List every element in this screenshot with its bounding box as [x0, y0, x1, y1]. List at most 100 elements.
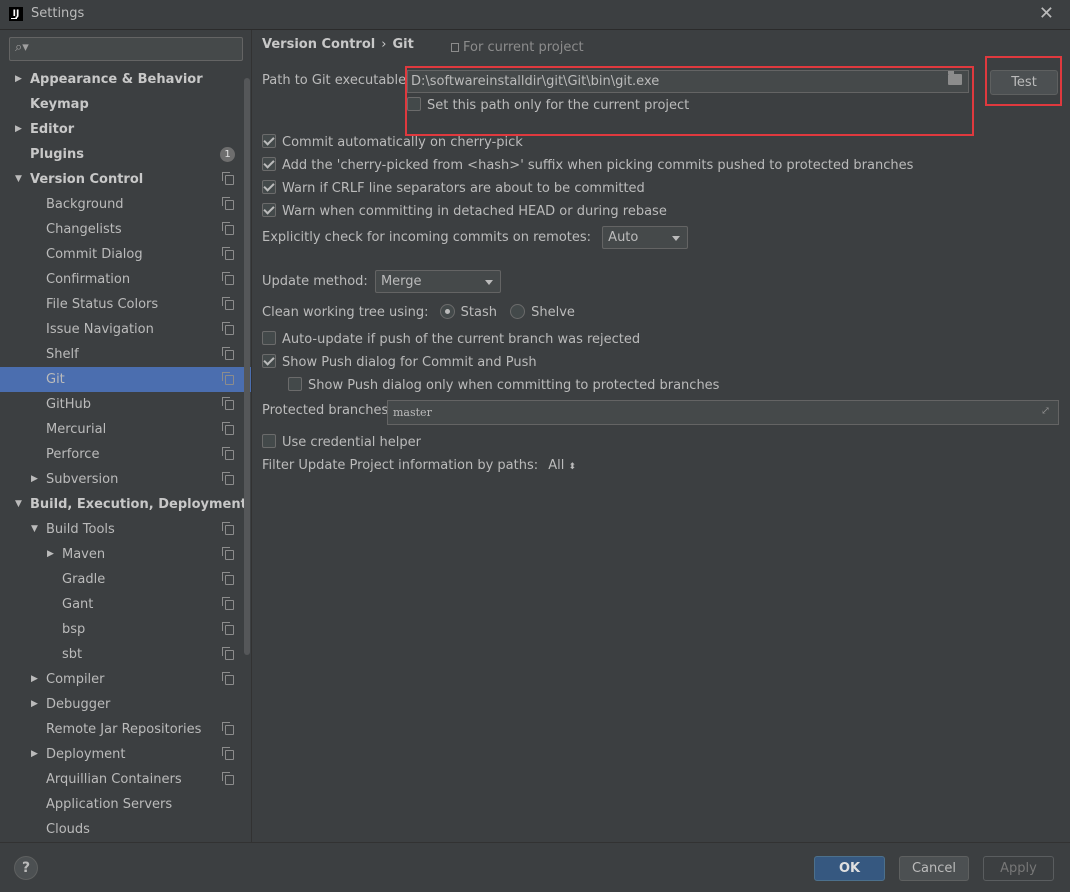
sidebar-item-application-servers[interactable]: Application Servers [0, 792, 251, 817]
sidebar-item-confirmation[interactable]: Confirmation [0, 267, 251, 292]
sidebar-item-editor[interactable]: ▶ Editor [0, 117, 251, 142]
sidebar-item-background[interactable]: Background [0, 192, 251, 217]
stash-radio[interactable] [439, 304, 455, 319]
show-push-checkbox[interactable] [262, 354, 276, 368]
for-current-project-note: For current project [451, 40, 584, 55]
sidebar-item-subversion[interactable]: ▶ Subversion [0, 467, 251, 492]
sidebar-item-git[interactable]: Git [0, 367, 251, 392]
sidebar-item-label: sbt [62, 647, 83, 662]
sidebar-item-remote-jar-repositories[interactable]: Remote Jar Repositories [0, 717, 251, 742]
sidebar-item-gant[interactable]: Gant [0, 592, 251, 617]
credential-helper-row[interactable]: Use credential helper [262, 434, 421, 450]
sidebar-item-mercurial[interactable]: Mercurial [0, 417, 251, 442]
chevron-right-icon[interactable]: ▶ [15, 117, 27, 142]
show-push-row[interactable]: Show Push dialog for Commit and Push [262, 354, 537, 370]
crlf-warning-row[interactable]: Warn if CRLF line separators are about t… [262, 180, 645, 196]
sidebar-item-plugins[interactable]: Plugins 1 [0, 142, 251, 167]
sidebar-scrollbar-thumb[interactable] [244, 78, 250, 655]
update-method-row: Update method: Merge [262, 270, 501, 293]
auto-update-checkbox[interactable] [262, 331, 276, 345]
checkbox[interactable] [262, 134, 276, 148]
shelve-option[interactable]: Shelve [510, 304, 575, 320]
highlight-box-test [985, 56, 1062, 106]
ok-button[interactable]: OK [814, 856, 885, 881]
sidebar-item-debugger[interactable]: ▶ Debugger [0, 692, 251, 717]
sidebar-item-arquillian-containers[interactable]: Arquillian Containers [0, 767, 251, 792]
cherry-pick-commit-row[interactable]: Commit automatically on cherry-pick [262, 134, 523, 150]
sidebar-item-bsp[interactable]: bsp [0, 617, 251, 642]
sidebar-item-clouds[interactable]: Clouds [0, 817, 251, 842]
sidebar-item-label: Plugins [30, 147, 84, 162]
help-button[interactable]: ? [14, 856, 38, 880]
show-push-protected-checkbox[interactable] [288, 377, 302, 391]
sidebar-item-label: Shelf [46, 347, 79, 362]
expand-icon[interactable]: ⤢ [1041, 405, 1053, 417]
sidebar-item-version-control[interactable]: ▼ Version Control [0, 167, 251, 192]
sidebar-item-issue-navigation[interactable]: Issue Navigation [0, 317, 251, 342]
chevron-right-icon[interactable]: ▶ [31, 742, 43, 767]
detached-head-warning-row[interactable]: Warn when committing in detached HEAD or… [262, 203, 667, 219]
project-scope-icon [222, 597, 234, 610]
sidebar-item-label: Arquillian Containers [46, 772, 182, 787]
incoming-commits-select[interactable]: Auto [602, 226, 689, 249]
sidebar-item-label: Keymap [30, 97, 89, 112]
auto-update-row[interactable]: Auto-update if push of the current branc… [262, 331, 640, 347]
sidebar-item-label: Maven [62, 547, 106, 562]
stash-option[interactable]: Stash [439, 304, 497, 320]
sidebar-item-build-tools[interactable]: ▼ Build Tools [0, 517, 251, 542]
credential-helper-checkbox[interactable] [262, 434, 276, 448]
chevron-right-icon[interactable]: ▶ [31, 692, 43, 717]
checkbox-label: Add the 'cherry-picked from <hash>' suff… [282, 158, 914, 173]
sidebar-item-deployment[interactable]: ▶ Deployment [0, 742, 251, 767]
close-icon[interactable]: ✕ [1039, 3, 1054, 24]
sidebar-item-file-status-colors[interactable]: File Status Colors [0, 292, 251, 317]
updates-badge: 1 [220, 147, 235, 162]
checkbox[interactable] [262, 180, 276, 194]
cherry-pick-suffix-row[interactable]: Add the 'cherry-picked from <hash>' suff… [262, 157, 913, 173]
sidebar-item-compiler[interactable]: ▶ Compiler [0, 667, 251, 692]
checkbox[interactable] [262, 157, 276, 171]
sidebar-item-label: GitHub [46, 397, 92, 412]
project-scope-icon [222, 447, 234, 460]
filter-paths-row: Filter Update Project information by pat… [262, 458, 576, 473]
sidebar-item-label: Mercurial [46, 422, 107, 437]
sidebar-item-changelists[interactable]: Changelists [0, 217, 251, 242]
breadcrumb-current: Git [392, 37, 414, 52]
sidebar-item-build-execution-deployment[interactable]: ▼ Build, Execution, Deployment [0, 492, 251, 517]
checkbox[interactable] [262, 203, 276, 217]
breadcrumb-separator: › [381, 37, 387, 52]
chevron-down-icon[interactable]: ▼ [15, 167, 27, 192]
checkbox-label: Commit automatically on cherry-pick [282, 135, 523, 150]
sidebar-item-commit-dialog[interactable]: Commit Dialog [0, 242, 251, 267]
search-input[interactable]: ⌕▾ [9, 37, 243, 61]
chevron-right-icon[interactable]: ▶ [31, 467, 43, 492]
sidebar-item-label: Version Control [30, 172, 144, 187]
highlight-box-path [405, 66, 974, 136]
chevron-down-icon[interactable]: ▼ [31, 517, 43, 542]
sidebar-item-label: Editor [30, 122, 75, 137]
sidebar-item-github[interactable]: GitHub [0, 392, 251, 417]
sidebar-item-shelf[interactable]: Shelf [0, 342, 251, 367]
sidebar-item-gradle[interactable]: Gradle [0, 567, 251, 592]
sidebar-item-label: Deployment [46, 747, 126, 762]
chevron-right-icon[interactable]: ▶ [31, 667, 43, 692]
update-method-label: Update method: [262, 274, 368, 289]
filter-paths-dropdown[interactable]: All ⬍ [548, 458, 576, 473]
breadcrumb-parent[interactable]: Version Control [262, 37, 375, 52]
chevron-down-icon[interactable]: ▼ [15, 492, 27, 517]
shelve-radio[interactable] [510, 304, 526, 319]
sidebar-item-keymap[interactable]: Keymap [0, 92, 251, 117]
update-method-select[interactable]: Merge [374, 270, 501, 293]
cancel-button[interactable]: Cancel [899, 856, 969, 881]
sidebar-item-maven[interactable]: ▶ Maven [0, 542, 251, 567]
sidebar-item-perforce[interactable]: Perforce [0, 442, 251, 467]
protected-branches-field[interactable]: master ⤢ [387, 400, 1059, 425]
sidebar-item-appearance-behavior[interactable]: ▶ Appearance & Behavior [0, 67, 251, 92]
incoming-label: Explicitly check for incoming commits on… [262, 230, 592, 245]
sidebar-item-sbt[interactable]: sbt [0, 642, 251, 667]
show-push-protected-row[interactable]: Show Push dialog only when committing to… [288, 377, 719, 393]
chevron-right-icon[interactable]: ▶ [47, 542, 59, 567]
shelve-label: Shelve [531, 305, 575, 320]
incoming-value: Auto [608, 230, 639, 245]
chevron-right-icon[interactable]: ▶ [15, 67, 27, 92]
